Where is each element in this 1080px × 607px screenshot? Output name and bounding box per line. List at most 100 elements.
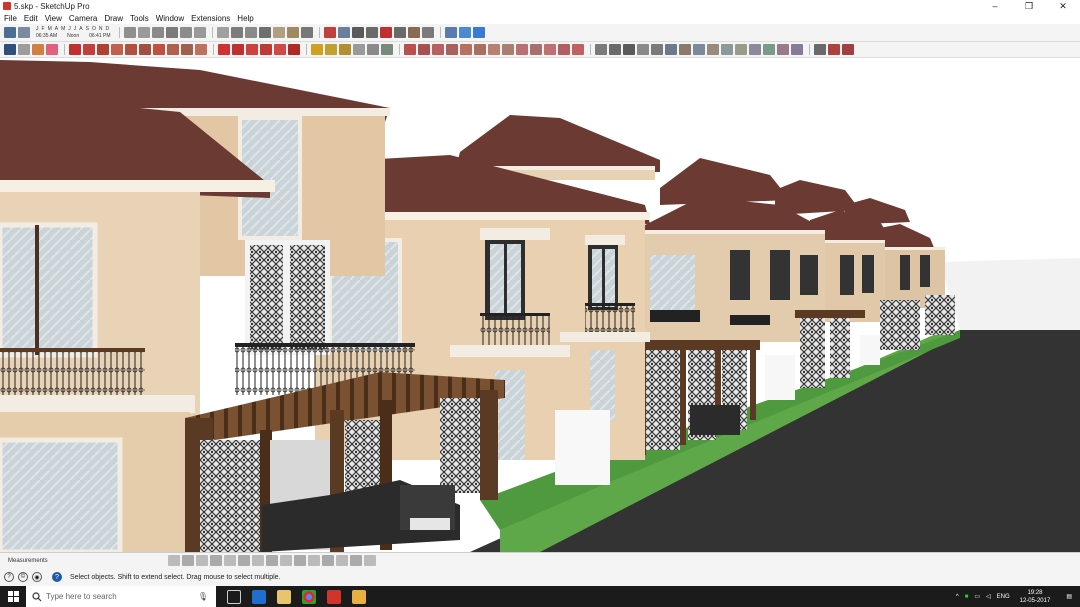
solid-split-icon[interactable] [544,44,556,55]
dimension-icon[interactable] [325,44,337,55]
position-camera-icon[interactable] [444,27,457,38]
record-icon[interactable] [828,44,840,55]
scene-tab-icon[interactable] [308,555,320,566]
month-may[interactable]: M [61,26,65,32]
month-sep[interactable]: S [86,26,89,32]
task-view-icon[interactable] [227,589,241,604]
backedges-style-icon[interactable] [230,27,243,38]
follow-me-icon[interactable] [260,44,272,55]
solid-union-icon[interactable] [502,44,514,55]
tape-measure-icon[interactable] [311,44,323,55]
textured-style-icon[interactable] [286,27,299,38]
menu-file[interactable]: File [4,14,17,23]
sandbox-from-contours-icon[interactable] [404,44,416,55]
month-oct[interactable]: O [92,26,96,32]
menu-extensions[interactable]: Extensions [191,14,230,23]
push-pull-icon[interactable] [232,44,244,55]
smoove-icon[interactable] [432,44,444,55]
xray-style-icon[interactable] [216,27,229,38]
eraser-icon[interactable] [46,44,58,55]
select-arrow-icon[interactable] [4,27,16,38]
section-plane-icon[interactable] [458,27,471,38]
month-nov[interactable]: N [99,26,103,32]
interact-icon[interactable] [763,44,775,55]
scene-tab-icon[interactable] [364,555,376,566]
credits-icon[interactable]: © [18,572,28,582]
rectangle-icon[interactable] [97,44,109,55]
previous-view-icon[interactable] [393,27,406,38]
select-icon[interactable] [4,44,16,55]
month-dec[interactable]: D [105,26,109,32]
walk-icon[interactable] [407,27,420,38]
restore-button[interactable]: ❐ [1012,0,1046,12]
two-point-arc-icon[interactable] [167,44,179,55]
scene-tab-icon[interactable] [336,555,348,566]
scene-tab-icon[interactable] [182,555,194,566]
zoom-window-icon[interactable] [365,27,378,38]
pie-icon[interactable] [195,44,207,55]
advanced-camera-icon[interactable] [842,44,854,55]
shadow-months[interactable]: J F M A M J J A S O N D [36,26,111,32]
stamp-icon[interactable] [446,44,458,55]
drape-icon[interactable] [460,44,472,55]
volume-icon[interactable]: ◁ [986,593,991,600]
share-model-icon[interactable] [637,44,649,55]
file-explorer-icon[interactable] [277,589,291,604]
look-around-icon[interactable] [421,27,434,38]
rotate-icon[interactable] [246,44,258,55]
display-section-icon[interactable] [472,27,485,38]
scene-tab-icon[interactable] [350,555,362,566]
offset-icon[interactable] [288,44,300,55]
solid-trim-icon[interactable] [530,44,542,55]
month-feb[interactable]: F [42,26,45,32]
model-viewport[interactable] [0,58,1080,552]
month-jun[interactable]: J [68,26,71,32]
help-icon[interactable]: ? [52,572,62,582]
dynamic-components-icon[interactable] [721,44,733,55]
extension-warehouse-icon[interactable] [609,44,621,55]
notifications-icon[interactable]: ▤ [1066,593,1072,600]
polygon-icon[interactable] [139,44,151,55]
network-icon[interactable]: ▭ [974,593,980,600]
right-view-icon[interactable] [165,27,178,38]
warehouse-icon[interactable] [595,44,607,55]
scene-tab-icon[interactable] [196,555,208,566]
section-fill-icon[interactable] [777,44,789,55]
share-component-icon[interactable] [651,44,663,55]
make-component-icon[interactable] [18,44,30,55]
protractor-icon[interactable] [339,44,351,55]
freehand-icon[interactable] [83,44,95,55]
geo-location-icon[interactable] [665,44,677,55]
iso-view-icon[interactable] [123,27,136,38]
quick-heal-icon[interactable]: ■ [965,594,969,600]
zoom-extents-icon[interactable] [379,27,392,38]
3d-text-icon[interactable] [381,44,393,55]
arc-icon[interactable] [153,44,165,55]
solid-subtract-icon[interactable] [516,44,528,55]
scene-tab-icon[interactable] [224,555,236,566]
menu-tools[interactable]: Tools [130,14,149,23]
month-mar[interactable]: M [48,26,52,32]
wireframe-style-icon[interactable] [244,27,257,38]
three-point-arc-icon[interactable] [181,44,193,55]
user-account-icon[interactable]: ◉ [32,572,42,582]
menu-view[interactable]: View [45,14,62,23]
sandbox-from-scratch-icon[interactable] [418,44,430,55]
zoom-icon[interactable] [351,27,364,38]
paint-bucket-icon[interactable] [32,44,44,55]
left-view-icon[interactable] [193,27,206,38]
geo-location-status-icon[interactable]: ? [4,572,14,582]
scale-icon[interactable] [274,44,286,55]
clock[interactable]: 19:28 12-05-2017 [1020,589,1051,605]
add-detail-icon[interactable] [474,44,486,55]
month-jan[interactable]: J [36,26,39,32]
scene-tab-icon[interactable] [266,555,278,566]
language-indicator[interactable]: ENG [997,594,1010,600]
month-aug[interactable]: A [79,26,82,32]
top-view-icon[interactable] [137,27,150,38]
outer-shell-icon[interactable] [558,44,570,55]
layout-icon[interactable] [623,44,635,55]
component-attributes-icon[interactable] [749,44,761,55]
shaded-style-icon[interactable] [272,27,285,38]
text-icon[interactable] [353,44,365,55]
